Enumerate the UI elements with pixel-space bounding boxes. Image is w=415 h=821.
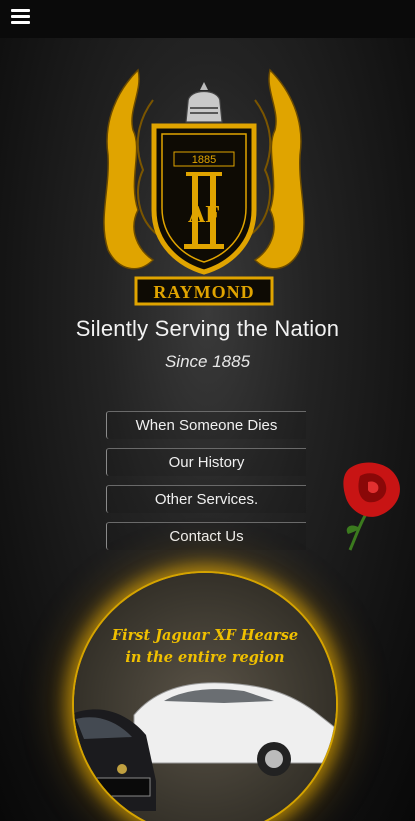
- crest-year: 1885: [192, 154, 216, 166]
- menu-our-history-button[interactable]: Our History: [106, 448, 306, 476]
- crest-initials: AF: [188, 202, 220, 228]
- hearse-cars-image: [74, 682, 336, 811]
- hero-section: 1885 AF RAYMOND Silently Serving the Nat…: [0, 38, 415, 821]
- crest-name: RAYMOND: [153, 282, 254, 302]
- top-nav-bar: [0, 0, 415, 39]
- tagline: Silently Serving the Nation: [75, 316, 340, 341]
- menu-contact-us-button[interactable]: Contact Us: [106, 522, 306, 550]
- knight-helmet-icon: [185, 82, 223, 123]
- since-year: Since 1885: [164, 352, 251, 371]
- jaguar-hearse-promo-badge[interactable]: First Jaguar XF Hearse in the entire reg…: [74, 573, 336, 821]
- menu-when-someone-dies-button[interactable]: When Someone Dies: [106, 411, 306, 439]
- main-menu: When Someone Dies Our History Other Serv…: [106, 411, 306, 559]
- hamburger-menu-icon[interactable]: [11, 7, 31, 27]
- raymond-crest-logo: 1885 AF RAYMOND: [103, 68, 305, 306]
- menu-other-services-button[interactable]: Other Services.: [106, 485, 306, 513]
- red-rose-icon: [343, 462, 400, 551]
